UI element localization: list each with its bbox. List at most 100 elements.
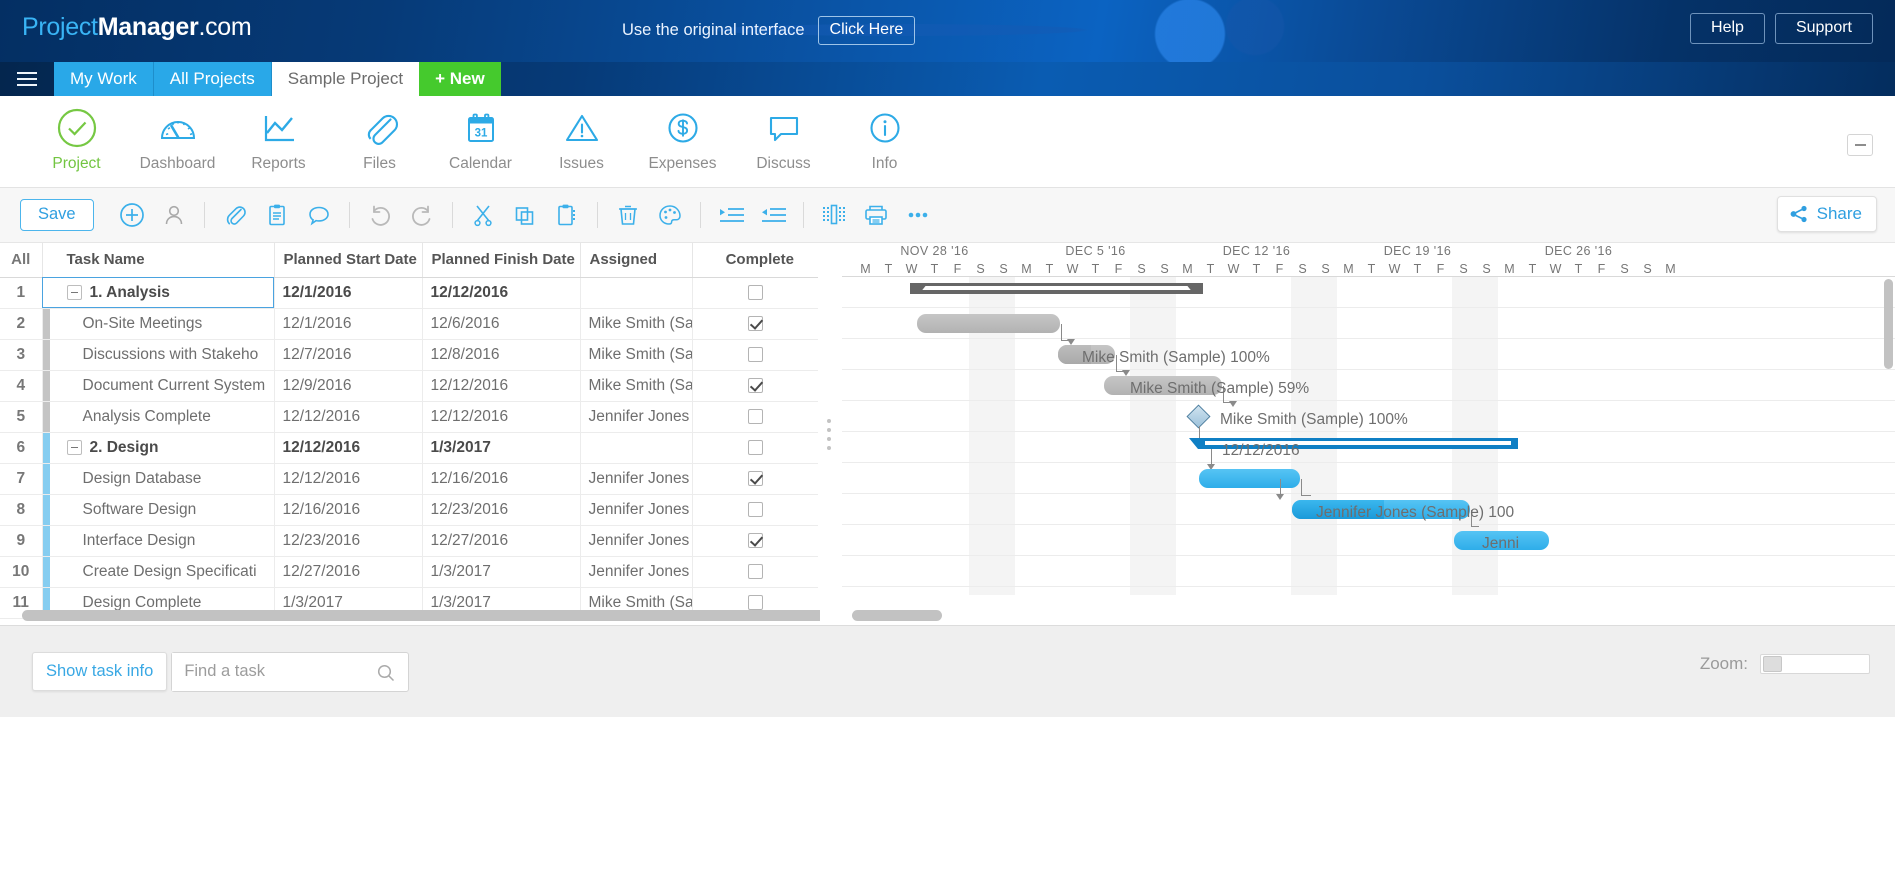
task-name-cell[interactable]: On-Site Meetings bbox=[42, 308, 275, 340]
gantt-chart-body[interactable]: Mike Smith (Sample) 100% Mike Smith (Samp… bbox=[842, 277, 1895, 595]
tab-new[interactable]: + New bbox=[419, 62, 501, 96]
undo-icon[interactable] bbox=[359, 194, 401, 236]
planned-start-cell[interactable]: 12/27/2016 bbox=[274, 556, 423, 588]
column-header-all[interactable]: All bbox=[0, 243, 43, 278]
module-dashboard[interactable]: Dashboard bbox=[127, 96, 228, 188]
module-project[interactable]: Project bbox=[26, 96, 127, 188]
row-number[interactable]: 4 bbox=[0, 370, 43, 402]
complete-cell[interactable] bbox=[692, 556, 818, 588]
complete-checkbox[interactable] bbox=[747, 377, 763, 393]
planned-finish-cell[interactable]: 12/27/2016 bbox=[422, 525, 581, 557]
complete-cell[interactable] bbox=[692, 401, 818, 433]
support-button[interactable]: Support bbox=[1774, 13, 1873, 44]
complete-checkbox[interactable] bbox=[747, 439, 763, 455]
copy-icon[interactable] bbox=[504, 194, 546, 236]
planned-start-cell[interactable]: 12/1/2016 bbox=[274, 308, 423, 340]
delete-icon[interactable] bbox=[607, 194, 649, 236]
tab-all-projects[interactable]: All Projects bbox=[153, 62, 272, 96]
zoom-slider-thumb[interactable] bbox=[1763, 656, 1782, 672]
module-expenses[interactable]: Expenses bbox=[632, 96, 733, 188]
planned-finish-cell[interactable]: 12/12/2016 bbox=[422, 277, 581, 309]
complete-checkbox[interactable] bbox=[747, 284, 763, 300]
assigned-cell[interactable]: Mike Smith (Sa bbox=[580, 308, 693, 340]
complete-cell[interactable] bbox=[692, 370, 818, 402]
planned-finish-cell[interactable]: 12/12/2016 bbox=[422, 401, 581, 433]
planned-start-cell[interactable]: 12/16/2016 bbox=[274, 494, 423, 526]
column-header-complete[interactable]: Complete bbox=[692, 243, 818, 278]
task-name-cell[interactable]: 2. Design bbox=[42, 432, 275, 464]
assigned-cell[interactable]: Jennifer Jones bbox=[580, 525, 693, 557]
color-palette-icon[interactable] bbox=[649, 194, 691, 236]
table-row[interactable]: 3 Discussions with Stakeho 12/7/2016 12/8/2… bbox=[0, 339, 818, 371]
module-reports[interactable]: Reports bbox=[228, 96, 329, 188]
planned-finish-cell[interactable]: 12/6/2016 bbox=[422, 308, 581, 340]
share-button[interactable]: Share bbox=[1776, 196, 1877, 232]
columns-icon[interactable] bbox=[813, 194, 855, 236]
planned-finish-cell[interactable]: 1/3/2017 bbox=[422, 556, 581, 588]
planned-start-cell[interactable]: 12/9/2016 bbox=[274, 370, 423, 402]
assigned-cell[interactable]: Mike Smith (Sa bbox=[580, 370, 693, 402]
task-name-cell[interactable]: 1. Analysis bbox=[42, 277, 275, 309]
table-row[interactable]: 8 Software Design 12/16/2016 12/23/2016 Jenn… bbox=[0, 494, 818, 526]
table-row[interactable]: 7 Design Database 12/12/2016 12/16/2016 Jenn… bbox=[0, 463, 818, 495]
planned-finish-cell[interactable]: 1/3/2017 bbox=[422, 432, 581, 464]
complete-checkbox[interactable] bbox=[747, 470, 763, 486]
column-header-finish[interactable]: Planned Finish Date bbox=[422, 243, 581, 278]
row-number[interactable]: 5 bbox=[0, 401, 43, 433]
assign-user-icon[interactable] bbox=[153, 194, 195, 236]
add-task-icon[interactable] bbox=[111, 194, 153, 236]
grid-horizontal-scrollbar[interactable] bbox=[22, 610, 820, 621]
planned-start-cell[interactable]: 12/7/2016 bbox=[274, 339, 423, 371]
complete-cell[interactable] bbox=[692, 277, 818, 309]
tab-sample-project[interactable]: Sample Project bbox=[271, 62, 420, 96]
row-number[interactable]: 10 bbox=[0, 556, 43, 588]
task-name-cell[interactable]: Create Design Specificati bbox=[42, 556, 275, 588]
gantt-summary-bar-analysis[interactable] bbox=[910, 283, 1203, 298]
task-name-cell[interactable]: Design Database bbox=[42, 463, 275, 495]
attachment-icon[interactable] bbox=[214, 194, 256, 236]
show-task-info-button[interactable]: Show task info bbox=[32, 652, 168, 691]
task-name-cell[interactable]: Analysis Complete bbox=[42, 401, 275, 433]
complete-checkbox[interactable] bbox=[747, 501, 763, 517]
paste-icon[interactable] bbox=[546, 194, 588, 236]
assigned-cell[interactable]: Jennifer Jones bbox=[580, 401, 693, 433]
complete-checkbox[interactable] bbox=[747, 563, 763, 579]
task-name-cell[interactable]: Document Current System bbox=[42, 370, 275, 402]
click-here-button[interactable]: Click Here bbox=[817, 15, 916, 45]
gantt-vertical-scrollbar[interactable] bbox=[1884, 279, 1893, 369]
planned-start-cell[interactable]: 12/12/2016 bbox=[274, 432, 423, 464]
notes-icon[interactable] bbox=[256, 194, 298, 236]
row-number[interactable]: 6 bbox=[0, 432, 43, 464]
redo-icon[interactable] bbox=[401, 194, 443, 236]
complete-cell[interactable] bbox=[692, 432, 818, 464]
complete-cell[interactable] bbox=[692, 339, 818, 371]
table-row[interactable]: 6 2. Design 12/12/2016 1/3/2017 bbox=[0, 432, 818, 464]
table-row[interactable]: 5 Analysis Complete 12/12/2016 12/12/2016 Je… bbox=[0, 401, 818, 433]
table-row[interactable]: 1 1. Analysis 12/1/2016 12/12/2016 bbox=[0, 277, 818, 309]
complete-checkbox[interactable] bbox=[747, 408, 763, 424]
planned-start-cell[interactable]: 12/12/2016 bbox=[274, 463, 423, 495]
find-task-input[interactable] bbox=[172, 652, 373, 691]
print-icon[interactable] bbox=[855, 194, 897, 236]
column-header-start[interactable]: Planned Start Date bbox=[274, 243, 423, 278]
planned-start-cell[interactable]: 12/12/2016 bbox=[274, 401, 423, 433]
tab-my-work[interactable]: My Work bbox=[54, 62, 154, 96]
assigned-cell[interactable]: Mike Smith (Sa bbox=[580, 339, 693, 371]
complete-cell[interactable] bbox=[692, 494, 818, 526]
gantt-milestone[interactable] bbox=[1186, 404, 1211, 429]
table-row[interactable]: 10 Create Design Specificati 12/27/2016 1/3… bbox=[0, 556, 818, 588]
table-row[interactable]: 2 On-Site Meetings 12/1/2016 12/6/2016 Mike … bbox=[0, 308, 818, 340]
table-row[interactable]: 4 Document Current System 12/9/2016 12/12/2… bbox=[0, 370, 818, 402]
cut-icon[interactable] bbox=[462, 194, 504, 236]
complete-cell[interactable] bbox=[692, 463, 818, 495]
collapse-nav-button[interactable] bbox=[1847, 134, 1873, 156]
planned-finish-cell[interactable]: 12/8/2016 bbox=[422, 339, 581, 371]
planned-start-cell[interactable]: 12/23/2016 bbox=[274, 525, 423, 557]
help-button[interactable]: Help bbox=[1690, 13, 1765, 44]
module-files[interactable]: Files bbox=[329, 96, 430, 188]
task-name-cell[interactable]: Software Design bbox=[42, 494, 275, 526]
row-number[interactable]: 7 bbox=[0, 463, 43, 495]
assigned-cell[interactable] bbox=[580, 277, 693, 309]
assigned-cell[interactable]: Jennifer Jones bbox=[580, 494, 693, 526]
complete-checkbox[interactable] bbox=[747, 594, 763, 610]
